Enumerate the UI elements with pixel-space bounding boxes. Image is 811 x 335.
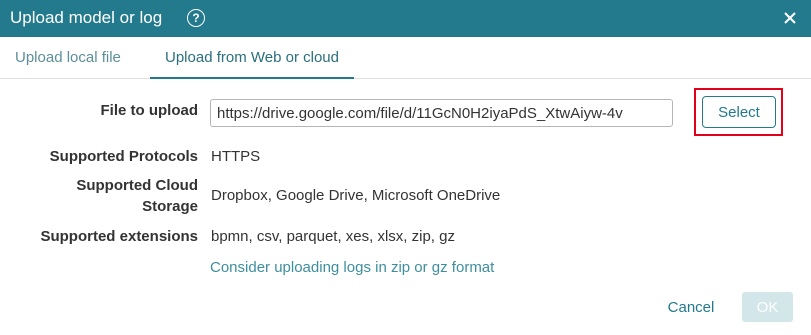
dialog-title: Upload model or log [10, 8, 163, 27]
supported-cloud-label-line1: Supported Cloud [76, 177, 198, 194]
cancel-button[interactable]: Cancel [660, 292, 722, 322]
upload-dialog: Upload model or log ? Upload local file … [0, 0, 811, 335]
tab-upload-local-file[interactable]: Upload local file [15, 37, 121, 79]
ok-button[interactable]: OK [742, 292, 793, 322]
supported-cloud-label-line2: Storage [142, 198, 198, 215]
file-to-upload-label: File to upload [100, 102, 199, 119]
supported-extensions-label: Supported extensions [40, 228, 198, 245]
supported-extensions-value: bpmn, csv, parquet, xes, xlsx, zip, gz [211, 228, 455, 245]
file-url-input[interactable] [210, 99, 673, 127]
supported-protocols-label: Supported Protocols [49, 148, 198, 165]
zip-format-hint-link[interactable]: Consider uploading logs in zip or gz for… [210, 258, 494, 278]
supported-protocols-value: HTTPS [211, 148, 261, 165]
dialog-titlebar: Upload model or log ? [0, 0, 811, 37]
select-button[interactable]: Select [702, 96, 776, 128]
tab-upload-from-web[interactable]: Upload from Web or cloud [150, 37, 354, 79]
tab-bar: Upload local file Upload from Web or clo… [0, 37, 811, 79]
supported-cloud-value: Dropbox, Google Drive, Microsoft OneDriv… [211, 187, 501, 204]
close-icon[interactable] [780, 8, 800, 28]
question-circle-icon[interactable]: ? [187, 9, 205, 27]
